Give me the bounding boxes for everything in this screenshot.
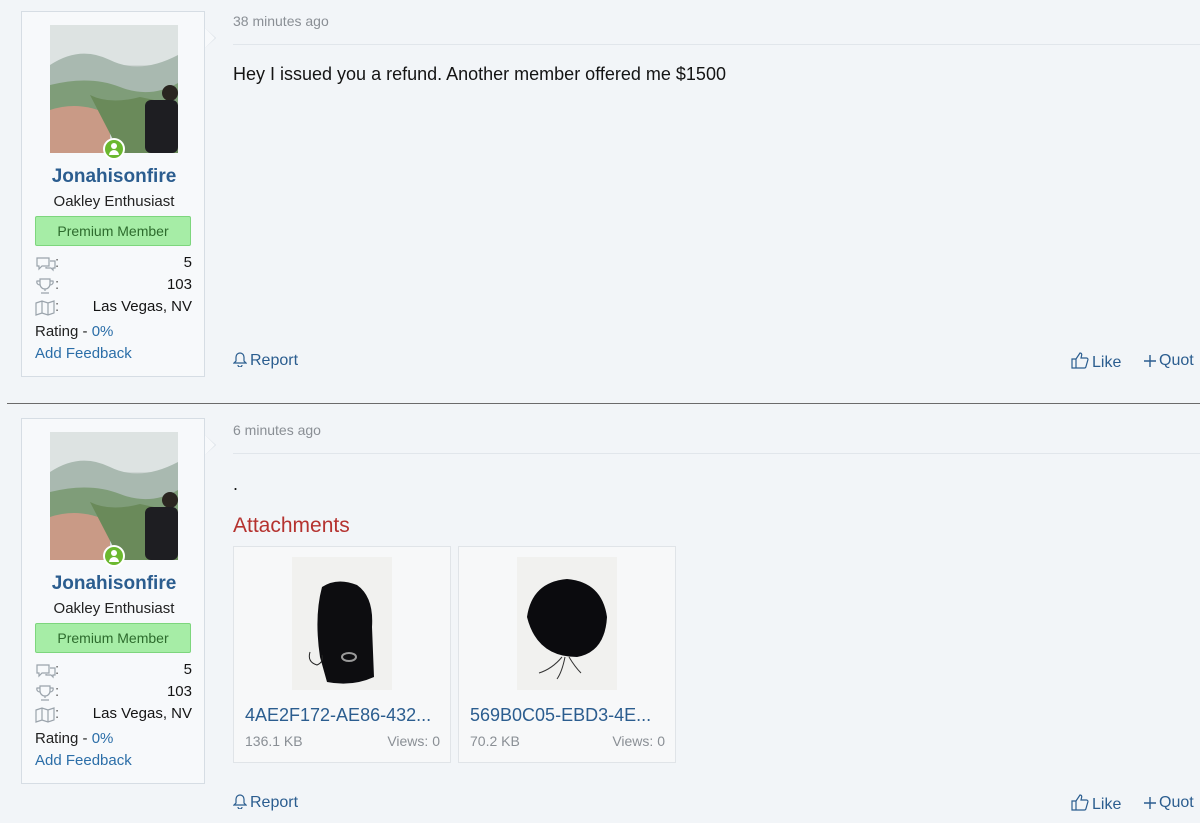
username[interactable]: Jonahisonfire <box>22 573 206 595</box>
user-online-icon <box>103 545 125 567</box>
rating-value[interactable]: 0% <box>92 730 114 747</box>
attachment-card[interactable]: 4AE2F172-AE86-432... 136.1 KB Views: 0 <box>233 546 451 763</box>
plus-icon <box>1144 354 1156 372</box>
quote-label: Quot <box>1159 352 1194 369</box>
thumbs-up-icon <box>1071 794 1089 816</box>
stat-colon: : <box>55 683 60 700</box>
divider <box>233 44 1200 45</box>
divider <box>233 453 1200 454</box>
post-message: . <box>233 474 239 494</box>
avatar[interactable] <box>50 25 178 153</box>
post-actions: Report Like Quot <box>232 794 1200 818</box>
messages-count: 5 <box>183 661 192 678</box>
like-button[interactable]: Like <box>1071 352 1121 374</box>
points-stat: : 103 <box>35 276 192 296</box>
attachment-views: Views: 0 <box>387 733 440 749</box>
post-1: Jonahisonfire Oakley Enthusiast Premium … <box>0 0 1200 392</box>
attachment-filename[interactable]: 4AE2F172-AE86-432... <box>245 705 431 726</box>
trophy-icon <box>35 685 57 704</box>
bell-icon <box>232 352 248 372</box>
add-feedback-link[interactable]: Add Feedback <box>35 752 132 769</box>
location-stat: : Las Vegas, NV <box>35 298 192 318</box>
stat-colon: : <box>55 276 60 293</box>
points-stat: : 103 <box>35 683 192 703</box>
quote-button[interactable]: Quot <box>1144 794 1194 814</box>
location-value: Las Vegas, NV <box>92 298 192 315</box>
avatar[interactable] <box>50 432 178 560</box>
stat-colon: : <box>55 298 60 315</box>
messages-count: 5 <box>183 254 192 271</box>
post-message: Hey I issued you a refund. Another membe… <box>233 64 726 84</box>
like-button[interactable]: Like <box>1071 794 1121 816</box>
location-stat: : Las Vegas, NV <box>35 705 192 725</box>
post-2: Jonahisonfire Oakley Enthusiast Premium … <box>0 404 1200 823</box>
stat-colon: : <box>55 254 60 271</box>
trophy-icon <box>35 278 57 297</box>
add-feedback-link[interactable]: Add Feedback <box>35 345 132 362</box>
chat-bubbles-icon <box>35 663 57 682</box>
rating-label: Rating - <box>35 323 92 340</box>
stat-colon: : <box>55 705 60 722</box>
report-label: Report <box>250 794 299 811</box>
rating-value[interactable]: 0% <box>92 323 114 340</box>
premium-member-banner: Premium Member <box>35 623 191 653</box>
quote-label: Quot <box>1159 794 1194 811</box>
attachment-filename[interactable]: 569B0C05-EBD3-4E... <box>470 705 651 726</box>
bell-icon <box>232 794 248 814</box>
post-timestamp[interactable]: 38 minutes ago <box>233 13 329 29</box>
messages-stat: : 5 <box>35 661 192 681</box>
stat-colon: : <box>55 661 60 678</box>
map-icon <box>35 300 57 319</box>
username[interactable]: Jonahisonfire <box>22 166 206 188</box>
report-button[interactable]: Report <box>232 794 299 814</box>
chat-bubbles-icon <box>35 256 57 275</box>
attachment-size: 136.1 KB <box>245 733 303 749</box>
like-label: Like <box>1092 796 1122 813</box>
rating: Rating - 0% <box>35 730 113 747</box>
attachment-card[interactable]: 569B0C05-EBD3-4E... 70.2 KB Views: 0 <box>458 546 676 763</box>
points-count: 103 <box>166 683 192 700</box>
user-card: Jonahisonfire Oakley Enthusiast Premium … <box>21 11 216 377</box>
like-label: Like <box>1092 354 1122 371</box>
post-timestamp[interactable]: 6 minutes ago <box>233 422 321 438</box>
quote-button[interactable]: Quot <box>1144 352 1194 372</box>
points-count: 103 <box>166 276 192 293</box>
rating: Rating - 0% <box>35 323 113 340</box>
attachments-heading: Attachments <box>233 514 350 537</box>
rating-label: Rating - <box>35 730 92 747</box>
attachment-thumbnail[interactable] <box>292 557 392 690</box>
report-button[interactable]: Report <box>232 352 299 372</box>
user-title: Oakley Enthusiast <box>53 193 175 210</box>
post-actions: Report Like Quot <box>232 352 1200 376</box>
thumbs-up-icon <box>1071 352 1089 374</box>
report-label: Report <box>250 352 299 369</box>
location-value: Las Vegas, NV <box>92 705 192 722</box>
attachment-views: Views: 0 <box>612 733 665 749</box>
messages-stat: : 5 <box>35 254 192 274</box>
attachment-thumbnail[interactable] <box>517 557 617 690</box>
map-icon <box>35 707 57 726</box>
user-card: Jonahisonfire Oakley Enthusiast Premium … <box>21 418 216 784</box>
attachment-size: 70.2 KB <box>470 733 520 749</box>
plus-icon <box>1144 796 1156 814</box>
user-title: Oakley Enthusiast <box>53 600 175 617</box>
premium-member-banner: Premium Member <box>35 216 191 246</box>
user-online-icon <box>103 138 125 160</box>
